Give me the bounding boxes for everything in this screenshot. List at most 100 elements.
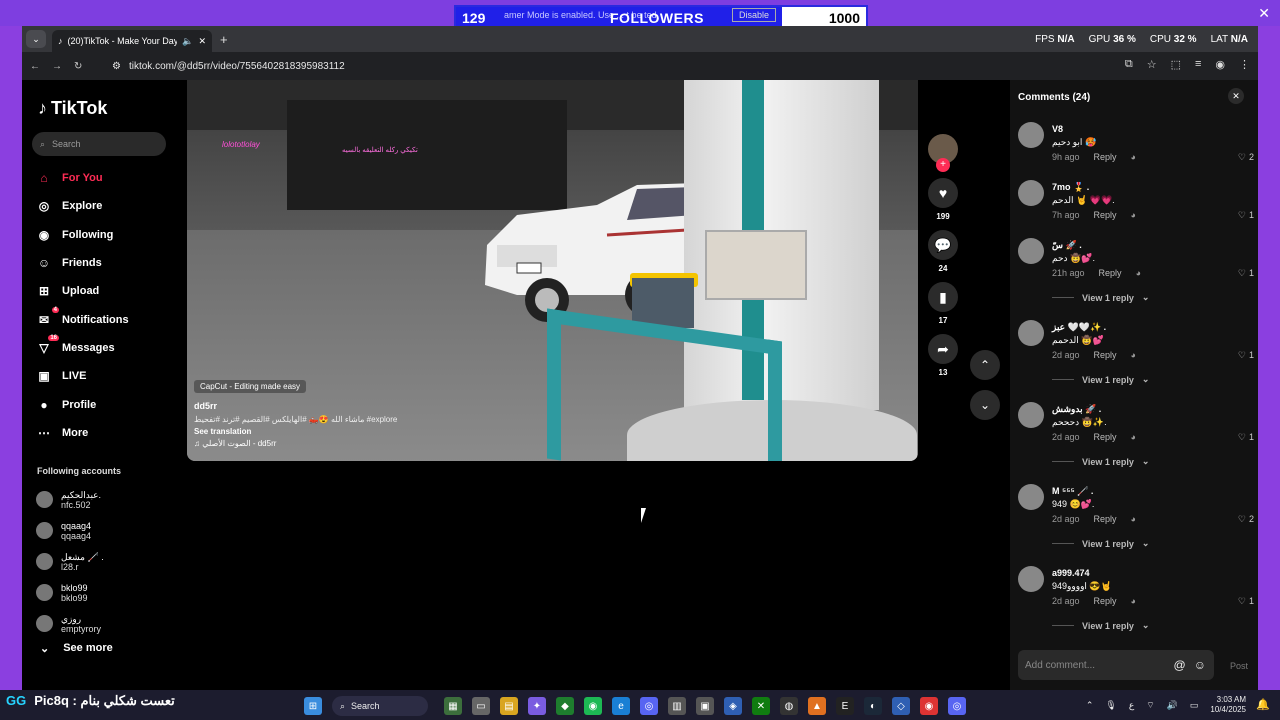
view-replies-button[interactable]: View 1 reply ⌄: [1052, 620, 1149, 631]
language-indicator[interactable]: ع: [1129, 700, 1134, 711]
discord-icon[interactable]: ◎: [640, 697, 658, 715]
comment-button[interactable]: 💬: [928, 230, 958, 260]
follow-plus-icon[interactable]: +: [936, 158, 950, 172]
new-tab-icon[interactable]: +: [220, 32, 228, 47]
xbox-icon[interactable]: ✕: [752, 697, 770, 715]
see-translation-link[interactable]: See translation: [194, 427, 397, 436]
sidebar-item-more[interactable]: ⋯ More: [36, 419, 129, 447]
notification-bell-icon[interactable]: 🔔: [1256, 698, 1270, 711]
avatar[interactable]: [1018, 484, 1044, 510]
nvidia-icon[interactable]: ◆: [556, 697, 574, 715]
notepad-icon[interactable]: ▥: [668, 697, 686, 715]
clock[interactable]: 3:03 AM 10/4/2025: [1210, 695, 1246, 715]
comment-like-button[interactable]: ♡ 1: [1238, 268, 1254, 279]
share-button[interactable]: ➦: [928, 334, 958, 364]
overlay-close-icon[interactable]: ✕: [1258, 5, 1270, 22]
reply-button[interactable]: Reply: [1094, 596, 1117, 606]
following-account-item[interactable]: عبدالحكيم. nfc.502: [36, 484, 104, 515]
tab-search-icon[interactable]: ⌄: [26, 30, 46, 48]
sidebar-item-messages[interactable]: ▽ 16 Messages: [36, 334, 129, 362]
comment-author[interactable]: V8: [1052, 124, 1063, 134]
sidebar-item-live[interactable]: ▣ LIVE: [36, 362, 129, 390]
save-button[interactable]: ▮: [928, 282, 958, 312]
capcut-tag[interactable]: CapCut - Editing made easy: [194, 380, 307, 393]
taskbar-search[interactable]: ⌕ Search: [332, 696, 428, 716]
chrome-icon[interactable]: ◉: [920, 697, 938, 715]
following-account-item[interactable]: مشعل 🦯 . l28.r: [36, 546, 104, 577]
sidebar-item-following[interactable]: ◉ Following: [36, 221, 129, 249]
back-icon[interactable]: ←: [30, 61, 40, 72]
comments-close-icon[interactable]: ✕: [1228, 88, 1244, 104]
creator-avatar[interactable]: +: [928, 134, 958, 172]
search-input[interactable]: ⌕ Search: [32, 132, 166, 156]
install-app-icon[interactable]: ⧉: [1125, 58, 1133, 71]
reading-list-icon[interactable]: ≡: [1195, 58, 1201, 71]
tiktok-logo[interactable]: ♪ TikTok: [38, 98, 107, 119]
spotify-icon[interactable]: ◉: [584, 697, 602, 715]
site-info-icon[interactable]: ⚙: [112, 61, 121, 72]
sidebar-item-friends[interactable]: ☺ Friends: [36, 249, 129, 277]
comment-author[interactable]: عبز 🤍🤍✨ .: [1052, 322, 1106, 333]
wifi-icon[interactable]: ⌔: [1146, 700, 1154, 711]
mic-icon[interactable]: 🎙: [1105, 700, 1116, 711]
add-comment-input[interactable]: Add comment... @ ☺: [1018, 650, 1214, 680]
reload-icon[interactable]: ↻: [74, 61, 82, 72]
sidebar-item-for-you[interactable]: ⌂ For You: [36, 164, 129, 192]
avatar[interactable]: [1018, 238, 1044, 264]
view-replies-button[interactable]: View 1 reply ⌄: [1052, 292, 1149, 303]
view-replies-button[interactable]: View 1 reply ⌄: [1052, 538, 1149, 549]
following-account-item[interactable]: qqaag4 qqaag4: [36, 515, 104, 546]
github-icon[interactable]: ◍: [780, 697, 798, 715]
volume-icon[interactable]: 🔊: [1167, 700, 1178, 711]
comment-author[interactable]: a999.474: [1052, 568, 1090, 578]
app-icon[interactable]: ◈: [724, 697, 742, 715]
mention-icon[interactable]: @: [1174, 658, 1186, 672]
tab-close-icon[interactable]: ✕: [198, 36, 206, 47]
comment-author[interactable]: بدوشش 🚀 .: [1052, 404, 1101, 415]
comment-like-button[interactable]: ♡ 2: [1238, 152, 1254, 163]
following-account-item[interactable]: روزي emptyrory: [36, 608, 104, 639]
tray-chevron-icon[interactable]: ⌃: [1086, 700, 1094, 711]
store-icon[interactable]: ▣: [696, 697, 714, 715]
edge-icon[interactable]: e: [612, 697, 630, 715]
view-replies-button[interactable]: View 1 reply ⌄: [1052, 456, 1149, 467]
reply-button[interactable]: Reply: [1094, 152, 1117, 162]
discord2-icon[interactable]: ◎: [948, 697, 966, 715]
file-explorer-icon[interactable]: ▤: [500, 697, 518, 715]
extensions-icon[interactable]: ⬚: [1171, 58, 1181, 71]
like-button[interactable]: ♥: [928, 178, 958, 208]
comment-author[interactable]: 7mo 🎖️ .: [1052, 182, 1089, 193]
video-player[interactable]: lolototlolay تكيكي ركله التعليقه بالسيه …: [187, 80, 918, 461]
comment-like-button[interactable]: ♡ 1: [1238, 432, 1254, 443]
reply-button[interactable]: Reply: [1094, 350, 1117, 360]
post-button[interactable]: Post: [1230, 661, 1248, 671]
comment-like-button[interactable]: ♡ 1: [1238, 350, 1254, 361]
tab-tiktok[interactable]: ♪ (20)TikTok - Make Your Day 🔈 ✕: [52, 30, 212, 52]
avatar[interactable]: [1018, 566, 1044, 592]
bookmark-star-icon[interactable]: ☆: [1147, 58, 1157, 71]
comment-author[interactable]: سّ 🚀 .: [1052, 240, 1082, 251]
sidebar-item-notifications[interactable]: ✉ 4 Notifications: [36, 305, 129, 333]
reply-button[interactable]: Reply: [1099, 268, 1122, 278]
comment-like-button[interactable]: ♡ 1: [1238, 596, 1254, 607]
audio-icon[interactable]: 🔈: [182, 36, 193, 47]
comment-like-button[interactable]: ♡ 1: [1238, 210, 1254, 221]
following-account-item[interactable]: bklo99 bklo99: [36, 577, 104, 608]
reply-button[interactable]: Reply: [1094, 514, 1117, 524]
battery-icon[interactable]: ▭: [1190, 700, 1199, 711]
url-field[interactable]: ⚙ tiktok.com/@dd5rr/video/75564028183959…: [112, 57, 1112, 75]
avatar[interactable]: [1018, 180, 1044, 206]
comment-like-button[interactable]: ♡ 2: [1238, 514, 1254, 525]
next-video-button[interactable]: ⌄: [970, 390, 1000, 420]
app2-icon[interactable]: ◇: [892, 697, 910, 715]
avatar[interactable]: [1018, 402, 1044, 428]
task-view-icon[interactable]: ▭: [472, 697, 490, 715]
previous-video-button[interactable]: ⌃: [970, 350, 1000, 380]
windows-start-icon[interactable]: ⊞: [304, 697, 322, 715]
widgets-icon[interactable]: ▦: [444, 697, 462, 715]
emoji-icon[interactable]: ☺: [1194, 658, 1206, 672]
profile-avatar-icon[interactable]: ◉: [1215, 58, 1225, 71]
copilot-icon[interactable]: ✦: [528, 697, 546, 715]
reply-button[interactable]: Reply: [1094, 432, 1117, 442]
menu-kebab-icon[interactable]: ⋮: [1239, 58, 1250, 71]
